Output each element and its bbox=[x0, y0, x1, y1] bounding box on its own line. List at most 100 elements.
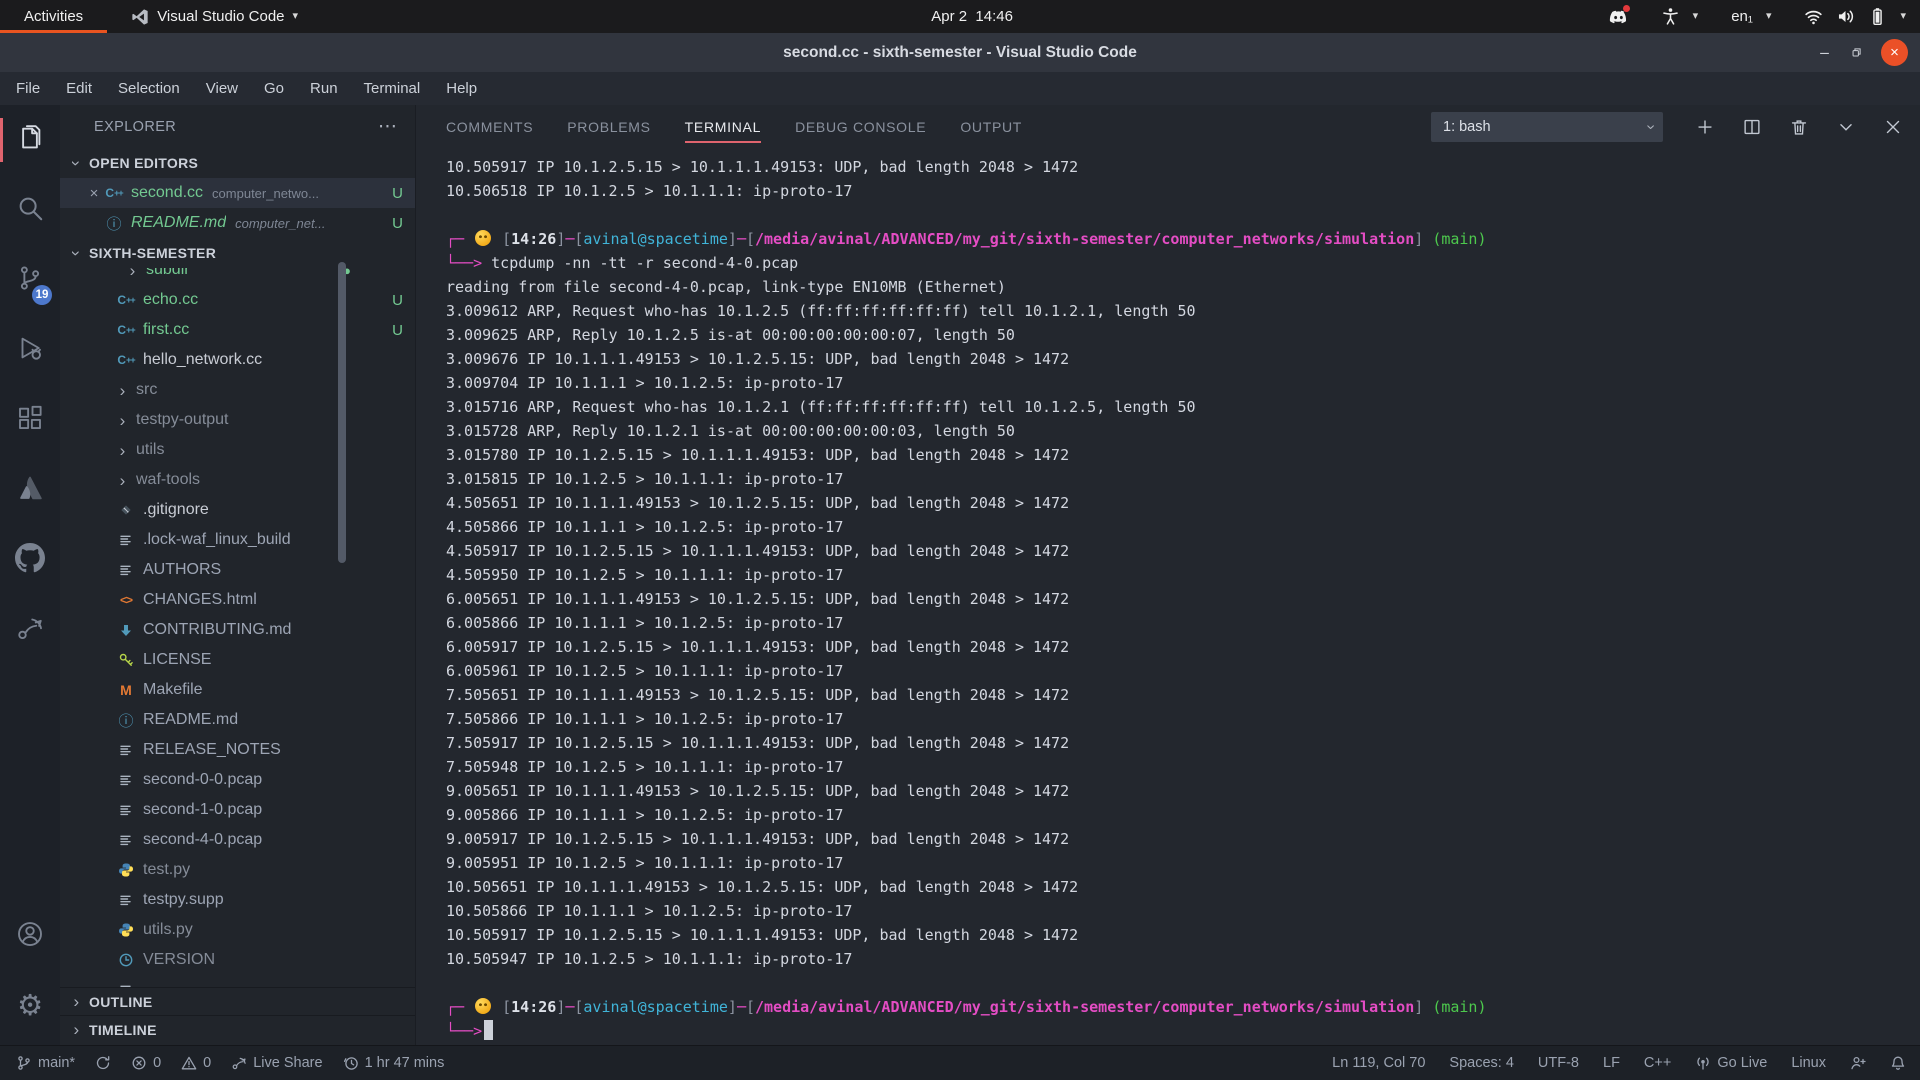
menu-selection[interactable]: Selection bbox=[105, 72, 193, 105]
kill-terminal-icon[interactable] bbox=[1788, 116, 1810, 138]
status-utf-8[interactable]: UTF-8 bbox=[1538, 1055, 1579, 1071]
tree-item-waf-tools[interactable]: ›waf-tools bbox=[60, 465, 415, 495]
volume-icon[interactable] bbox=[1836, 7, 1855, 26]
status-feedback[interactable] bbox=[1850, 1055, 1866, 1071]
tree-item-authors[interactable]: AUTHORS bbox=[60, 555, 415, 585]
sidebar-scrollbar-thumb[interactable] bbox=[338, 262, 346, 563]
tree-item-test-py[interactable]: test.py bbox=[60, 855, 415, 885]
status-linux[interactable]: Linux bbox=[1791, 1055, 1826, 1071]
tree-item-license[interactable]: LICENSE bbox=[60, 645, 415, 675]
battery-icon[interactable] bbox=[1868, 7, 1887, 26]
prompt-segment: ─ bbox=[737, 230, 746, 248]
split-terminal-icon[interactable] bbox=[1741, 116, 1763, 138]
tree-item-hello-network-cc[interactable]: C++hello_network.cc bbox=[60, 345, 415, 375]
status-1-hr-47-mins[interactable]: 1 hr 47 mins bbox=[343, 1055, 445, 1071]
cpp-file-icon: C++ bbox=[116, 352, 136, 368]
status-ln-119-col-70[interactable]: Ln 119, Col 70 bbox=[1332, 1055, 1425, 1071]
title-bar[interactable]: second.cc - sixth-semester - Visual Stud… bbox=[0, 33, 1920, 72]
terminal-output[interactable]: 10.505917 IP 10.1.2.5.15 > 10.1.1.1.4915… bbox=[416, 148, 1920, 1045]
menu-bar: FileEditSelectionViewGoRunTerminalHelp bbox=[0, 72, 1920, 105]
close-editor-icon[interactable]: × bbox=[84, 185, 104, 202]
panel-tab-problems[interactable]: PROBLEMS bbox=[567, 105, 650, 148]
activity-settings[interactable]: ⚙ bbox=[0, 971, 60, 1041]
activity-run-debug[interactable] bbox=[0, 315, 60, 385]
activity-source-control[interactable]: 19 bbox=[0, 245, 60, 315]
tree-item-gitignore[interactable]: .gitignore bbox=[60, 495, 415, 525]
prompt-segment: [ bbox=[746, 998, 755, 1016]
close-button[interactable]: × bbox=[1881, 39, 1908, 66]
list-file-icon bbox=[116, 802, 136, 818]
menu-help[interactable]: Help bbox=[433, 72, 490, 105]
tree-item-release-notes[interactable]: RELEASE_NOTES bbox=[60, 735, 415, 765]
tree-item-src[interactable]: ›src bbox=[60, 375, 415, 405]
activity-live-share[interactable] bbox=[0, 595, 60, 665]
menu-view[interactable]: View bbox=[193, 72, 251, 105]
discord-icon[interactable] bbox=[1609, 7, 1628, 26]
tree-item-utils-py[interactable]: utils.py bbox=[60, 915, 415, 945]
tree-item-second-1-0-pcap[interactable]: second-1-0.pcap bbox=[60, 795, 415, 825]
minimize-button[interactable] bbox=[1817, 45, 1832, 60]
tree-item-echo-cc[interactable]: C++echo.ccU bbox=[60, 285, 415, 315]
open-editor-second-cc[interactable]: ×C++second.cccomputer_netwo...U bbox=[60, 178, 415, 208]
status-c[interactable]: C++ bbox=[1644, 1055, 1671, 1071]
tree-item-subdir[interactable]: ›subdir● bbox=[60, 268, 415, 285]
activity-github[interactable] bbox=[0, 525, 60, 595]
new-terminal-icon[interactable] bbox=[1694, 116, 1716, 138]
open-editors-label: OPEN EDITORS bbox=[89, 155, 198, 171]
menu-file[interactable]: File bbox=[3, 72, 53, 105]
panel-tab-terminal[interactable]: TERMINAL bbox=[685, 105, 761, 148]
hide-panel-icon[interactable] bbox=[1835, 116, 1857, 138]
status-0[interactable]: 0 bbox=[131, 1055, 161, 1071]
menu-go[interactable]: Go bbox=[251, 72, 297, 105]
tree-item-testpy-supp[interactable]: testpy.supp bbox=[60, 885, 415, 915]
menu-edit[interactable]: Edit bbox=[53, 72, 105, 105]
restore-button[interactable] bbox=[1849, 45, 1864, 60]
close-panel-icon[interactable] bbox=[1882, 116, 1904, 138]
tree-item-version[interactable]: VERSION bbox=[60, 945, 415, 975]
more-actions-icon[interactable]: ⋯ bbox=[378, 115, 397, 138]
wifi-icon[interactable] bbox=[1804, 7, 1823, 26]
activity-accounts[interactable] bbox=[0, 901, 60, 971]
panel-tab-comments[interactable]: COMMENTS bbox=[446, 105, 533, 148]
tree-item-changes-html[interactable]: <>CHANGES.html bbox=[60, 585, 415, 615]
open-editor-readme-md[interactable]: ⓘREADME.mdcomputer_net...U bbox=[60, 208, 415, 238]
outline-header[interactable]: › OUTLINE bbox=[60, 987, 415, 1015]
menu-terminal[interactable]: Terminal bbox=[351, 72, 434, 105]
tree-item-contributing-md[interactable]: CONTRIBUTING.md bbox=[60, 615, 415, 645]
open-editors-header[interactable]: › OPEN EDITORS bbox=[60, 148, 415, 178]
tree-item-second-0-0-pcap[interactable]: second-0-0.pcap bbox=[60, 765, 415, 795]
status-spaces-4[interactable]: Spaces: 4 bbox=[1449, 1055, 1514, 1071]
chevron-down-icon[interactable]: ▾ bbox=[1900, 11, 1906, 22]
tree-item-first-cc[interactable]: C++first.ccU bbox=[60, 315, 415, 345]
status-live-share[interactable]: Live Share bbox=[231, 1055, 322, 1071]
tree-item-utils[interactable]: ›utils bbox=[60, 435, 415, 465]
menu-run[interactable]: Run bbox=[297, 72, 351, 105]
accessibility-icon[interactable] bbox=[1661, 7, 1680, 26]
activity-search[interactable] bbox=[0, 175, 60, 245]
app-menu-button[interactable]: Visual Studio Code ▾ bbox=[121, 0, 308, 33]
status-go-live[interactable]: Go Live bbox=[1695, 1055, 1767, 1071]
tree-item-lock-waf-linux-build[interactable]: .lock-waf_linux_build bbox=[60, 525, 415, 555]
status-bell[interactable] bbox=[1890, 1055, 1906, 1071]
item-name: second-0-0.pcap bbox=[143, 771, 262, 789]
tree-item-makefile[interactable]: MMakefile bbox=[60, 675, 415, 705]
terminal-shell-select[interactable]: 1: bash › bbox=[1431, 112, 1663, 142]
status-lf[interactable]: LF bbox=[1603, 1055, 1620, 1071]
status-label: main* bbox=[38, 1055, 75, 1071]
activity-extensions[interactable] bbox=[0, 385, 60, 455]
activities-button[interactable]: Activities bbox=[0, 0, 107, 33]
tree-item-partial[interactable] bbox=[60, 975, 415, 987]
tree-item-second-4-0-pcap[interactable]: second-4-0.pcap bbox=[60, 825, 415, 855]
timeline-header[interactable]: › TIMELINE bbox=[60, 1015, 415, 1043]
status-sync[interactable] bbox=[95, 1055, 111, 1071]
panel-tab-output[interactable]: OUTPUT bbox=[960, 105, 1022, 148]
keyboard-layout-indicator[interactable]: en₁ bbox=[1731, 8, 1753, 25]
tree-item-testpy-output[interactable]: ›testpy-output bbox=[60, 405, 415, 435]
tree-item-readme-md[interactable]: ⓘREADME.md bbox=[60, 705, 415, 735]
status-0[interactable]: 0 bbox=[181, 1055, 211, 1071]
workspace-header[interactable]: › SIXTH-SEMESTER bbox=[60, 238, 415, 268]
activity-explorer[interactable] bbox=[0, 105, 60, 175]
panel-tab-debug-console[interactable]: DEBUG CONSOLE bbox=[795, 105, 926, 148]
status-main[interactable]: main* bbox=[16, 1055, 75, 1071]
activity-atlassian[interactable] bbox=[0, 455, 60, 525]
